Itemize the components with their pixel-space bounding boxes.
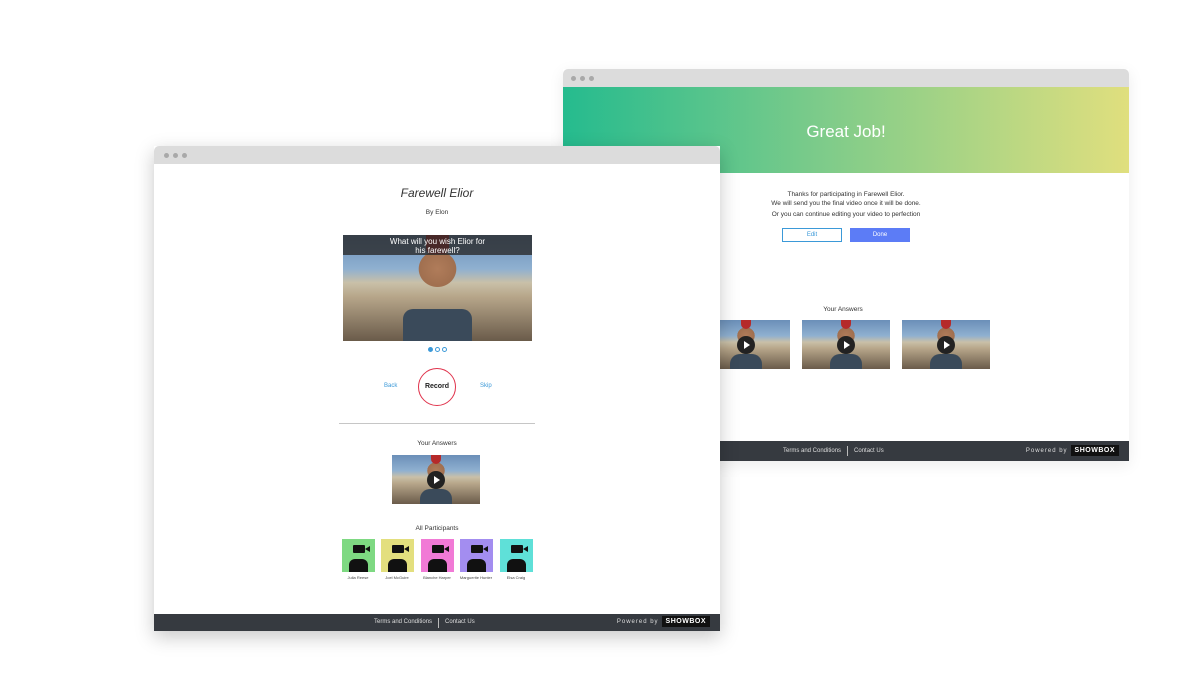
- play-icon[interactable]: [737, 335, 755, 354]
- thumbnail-detail: [420, 489, 452, 504]
- person-silhouette: [428, 559, 447, 572]
- answers-title: Your Answers: [823, 306, 863, 313]
- thumbnail-detail: [740, 320, 752, 329]
- camera-icon: [432, 545, 449, 553]
- window-titlebar: [563, 69, 1129, 87]
- thumbnail-detail: [730, 354, 762, 369]
- done-button[interactable]: Done: [850, 228, 910, 242]
- person-silhouette: [388, 559, 407, 572]
- question-video[interactable]: What will you wish Elior for his farewel…: [343, 235, 532, 341]
- footer-links: Terms and Conditions Contact Us: [783, 441, 884, 461]
- powered-label: Powered by: [1025, 448, 1068, 454]
- window-dot: [571, 76, 576, 81]
- page-author: By Elon: [425, 209, 449, 216]
- record-button[interactable]: Record: [418, 368, 456, 406]
- powered-label: Powered by: [616, 619, 659, 625]
- play-icon[interactable]: [837, 335, 855, 354]
- page-title: Farewell Elior: [400, 186, 474, 200]
- answers-title: Your Answers: [417, 440, 457, 447]
- thumbnail-detail: [830, 354, 862, 369]
- play-icon[interactable]: [937, 335, 955, 354]
- window-dot: [173, 153, 178, 158]
- participant-avatar[interactable]: [460, 539, 493, 572]
- camera-icon: [353, 545, 370, 553]
- terms-link[interactable]: Terms and Conditions: [783, 441, 841, 461]
- thumbnail-detail: [430, 455, 442, 464]
- back-link[interactable]: Back: [384, 383, 397, 389]
- participant-avatar[interactable]: [342, 539, 375, 572]
- edit-button[interactable]: Edit: [782, 228, 842, 242]
- participant-avatar[interactable]: [381, 539, 414, 572]
- camera-icon: [511, 545, 528, 553]
- camera-icon: [471, 545, 488, 553]
- answer-video-thumbnail[interactable]: [902, 320, 990, 369]
- thumbnail-detail: [840, 320, 852, 329]
- window-titlebar: [154, 146, 720, 164]
- showbox-logo[interactable]: SHOWBOX: [661, 615, 710, 627]
- contact-link[interactable]: Contact Us: [854, 441, 884, 461]
- thumbnail-detail: [930, 354, 962, 369]
- window-dot: [182, 153, 187, 158]
- footer-separator: [438, 617, 440, 628]
- participants-title: All Participants: [415, 525, 459, 532]
- pager-dot[interactable]: [428, 347, 433, 352]
- answer-video-thumbnail[interactable]: [392, 455, 480, 504]
- participant-avatar[interactable]: [500, 539, 533, 572]
- footer-separator: [847, 446, 849, 456]
- thumbnail-detail: [940, 320, 952, 329]
- person-silhouette: [507, 559, 526, 572]
- window-dot: [164, 153, 169, 158]
- footer: Terms and Conditions Contact Us Powered …: [154, 614, 720, 631]
- terms-link[interactable]: Terms and Conditions: [374, 614, 432, 631]
- camera-icon: [392, 545, 409, 553]
- footer-links: Terms and Conditions Contact Us: [374, 614, 475, 631]
- play-icon[interactable]: [427, 470, 445, 489]
- skip-link[interactable]: Skip: [480, 383, 492, 389]
- participant-avatar[interactable]: [421, 539, 454, 572]
- answer-video-thumbnail[interactable]: [802, 320, 890, 369]
- contact-link[interactable]: Contact Us: [445, 614, 475, 631]
- showbox-logo[interactable]: SHOWBOX: [1070, 444, 1119, 456]
- powered-by: Powered by SHOWBOX: [1026, 441, 1119, 461]
- person-silhouette: [467, 559, 486, 572]
- powered-by: Powered by SHOWBOX: [617, 614, 710, 631]
- question-line: his farewell?: [415, 246, 460, 255]
- section-divider: [339, 423, 535, 424]
- question-line: What will you wish Elior for: [389, 237, 486, 246]
- pager-dot[interactable]: [435, 347, 440, 352]
- window-dot: [580, 76, 585, 81]
- participant-name: Elsa Craig: [506, 575, 526, 580]
- banner-title: Great Job!: [806, 122, 886, 141]
- person-silhouette: [349, 559, 368, 572]
- question-pager: [428, 347, 447, 352]
- recording-window: Farewell Elior By Elon What will you wis…: [154, 146, 720, 631]
- pager-dot[interactable]: [442, 347, 447, 352]
- window-dot: [589, 76, 594, 81]
- thumbnail-detail: [403, 309, 472, 341]
- question-caption: What will you wish Elior for his farewel…: [343, 235, 532, 255]
